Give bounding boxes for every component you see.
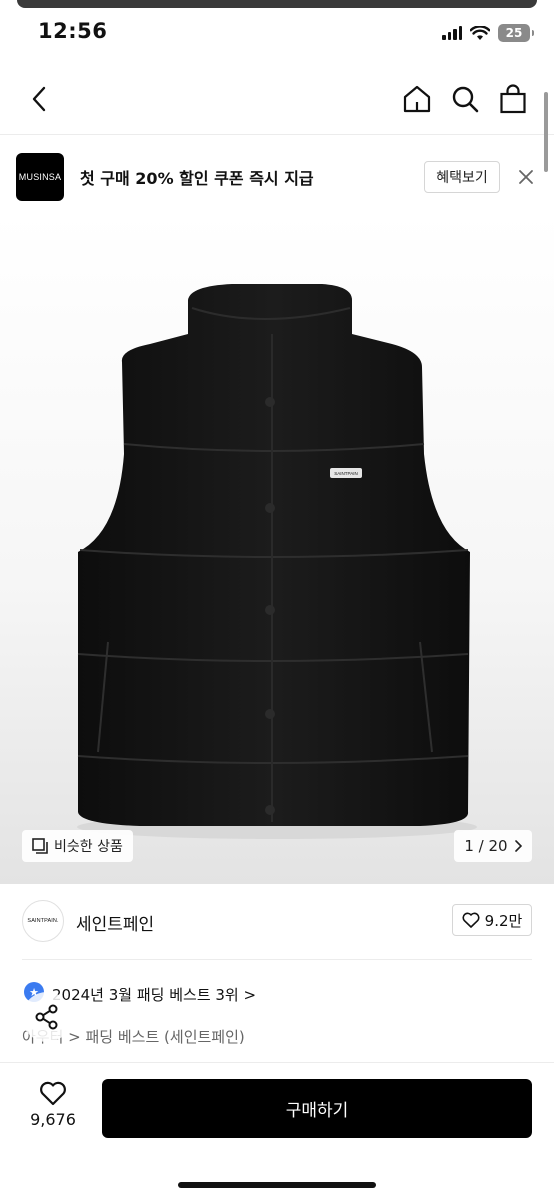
product-image xyxy=(77,284,477,839)
image-counter[interactable]: 1 / 20 xyxy=(454,830,532,862)
product-image-carousel[interactable]: SAINTPAIN xyxy=(0,212,554,884)
bottom-bar-divider xyxy=(0,1062,554,1063)
brand-like-count: 9.2만 xyxy=(484,911,523,930)
status-icons: 25 xyxy=(442,22,534,44)
promo-close-button[interactable] xyxy=(516,167,536,187)
top-edge-strip xyxy=(17,0,537,8)
ranking-link[interactable]: 2024년 3월 패딩 베스트 3위 > xyxy=(52,984,256,1005)
buy-button[interactable]: 구매하기 xyxy=(102,1079,532,1138)
nav-divider xyxy=(0,134,554,135)
cart-button[interactable] xyxy=(496,82,530,116)
scrollbar[interactable] xyxy=(544,92,548,172)
back-arrow-icon xyxy=(32,86,46,112)
vest-brand-label: SAINTPAIN xyxy=(334,471,358,476)
share-icon xyxy=(35,1004,58,1030)
brand-name[interactable]: 세인트페인 xyxy=(76,910,154,935)
back-button[interactable] xyxy=(24,84,54,114)
similar-products-button[interactable]: 비슷한 상품 xyxy=(22,830,133,862)
benefit-button[interactable]: 혜택보기 xyxy=(424,161,500,193)
heart-icon xyxy=(462,912,480,928)
wifi-icon xyxy=(470,25,490,40)
close-icon xyxy=(519,170,533,184)
brand-like-button[interactable]: 9.2만 xyxy=(452,904,532,936)
shopping-bag-icon xyxy=(500,84,526,114)
similar-items-icon xyxy=(32,838,48,854)
musinsa-logo: MUSINSA xyxy=(16,153,64,201)
brand-logo[interactable]: SAINTPAIN. xyxy=(22,900,64,942)
battery-icon: 25 xyxy=(498,24,534,42)
home-indicator xyxy=(178,1182,376,1188)
promo-message[interactable]: 첫 구매 20% 할인 쿠폰 즉시 지급 xyxy=(80,165,314,189)
similar-products-label: 비슷한 상품 xyxy=(54,839,123,855)
home-icon xyxy=(403,85,431,113)
product-like-button[interactable]: 9,676 xyxy=(22,1080,84,1142)
home-button[interactable] xyxy=(400,82,434,116)
share-button[interactable] xyxy=(22,992,72,1042)
chevron-right-icon xyxy=(514,840,522,852)
search-button[interactable] xyxy=(448,82,482,116)
status-time: 12:56 xyxy=(38,19,108,43)
product-like-count: 9,676 xyxy=(30,1110,76,1129)
heart-icon xyxy=(40,1081,66,1106)
image-counter-text: 1 / 20 xyxy=(464,837,508,855)
search-icon xyxy=(452,86,479,113)
signal-icon xyxy=(442,26,462,40)
brand-divider xyxy=(22,959,532,960)
